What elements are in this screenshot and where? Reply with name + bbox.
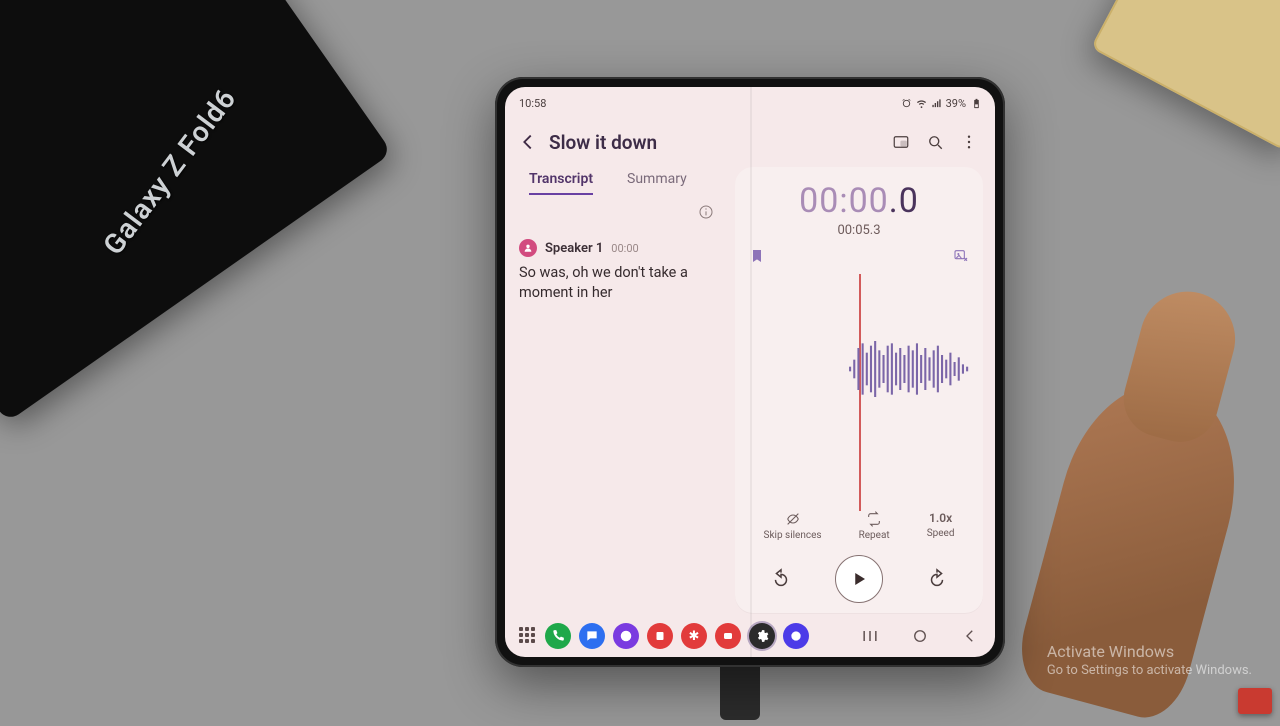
retail-box bbox=[0, 0, 392, 422]
tab-summary[interactable]: Summary bbox=[627, 171, 687, 195]
signal-icon bbox=[931, 98, 941, 108]
taskbar-app-clock[interactable] bbox=[783, 623, 809, 649]
back-button[interactable] bbox=[513, 127, 543, 157]
status-time: 10:58 bbox=[519, 97, 546, 110]
taskbar-app-browser[interactable] bbox=[613, 623, 639, 649]
play-button[interactable] bbox=[835, 555, 883, 603]
skip-silences-label: Skip silences bbox=[764, 530, 822, 541]
page-title: Slow it down bbox=[549, 131, 881, 154]
taskbar-app-settings[interactable] bbox=[749, 623, 775, 649]
info-button[interactable] bbox=[697, 203, 715, 221]
playback-panel: 00:00.0 00:05.3 bbox=[735, 167, 983, 613]
search-button[interactable] bbox=[921, 128, 949, 156]
tablet-device: 10:58 39% Slow it down bbox=[495, 77, 1005, 667]
status-bar: 10:58 39% bbox=[505, 87, 995, 115]
alarm-icon bbox=[901, 98, 911, 108]
taskbar-app-messages[interactable] bbox=[579, 623, 605, 649]
tab-transcript[interactable]: Transcript bbox=[529, 171, 593, 195]
waveform[interactable] bbox=[745, 274, 973, 511]
total-time: 00:05.3 bbox=[745, 223, 973, 238]
box-badge-icon bbox=[0, 0, 14, 32]
transcript-text: So was, oh we don't take a moment in her bbox=[517, 263, 721, 302]
current-time: 00:00.0 bbox=[745, 181, 973, 221]
playback-controls bbox=[745, 555, 973, 603]
taskbar-app-asterisk[interactable]: ✱ bbox=[681, 623, 707, 649]
taskbar-app-video[interactable] bbox=[715, 623, 741, 649]
current-time-main: 00:00 bbox=[799, 181, 889, 221]
hand bbox=[1010, 364, 1260, 726]
forward-button[interactable] bbox=[919, 561, 955, 597]
speed-label: Speed bbox=[927, 528, 955, 539]
wooden-prop bbox=[1091, 0, 1280, 151]
rewind-button[interactable] bbox=[763, 561, 799, 597]
bookmark-button[interactable] bbox=[749, 248, 765, 268]
current-time-dec: .0 bbox=[889, 181, 919, 221]
transcript-pane: Transcript Summary Speaker 1 00:00 So wa… bbox=[517, 167, 721, 613]
repeat-label: Repeat bbox=[859, 530, 890, 541]
skip-silences-button[interactable]: Skip silences bbox=[764, 511, 822, 541]
speaker-name: Speaker 1 bbox=[545, 241, 603, 256]
image-annotate-button[interactable] bbox=[953, 248, 969, 268]
speaker-timestamp: 00:00 bbox=[611, 242, 638, 255]
speaker-avatar-icon bbox=[519, 239, 537, 257]
status-battery: 39% bbox=[946, 97, 966, 110]
more-button[interactable] bbox=[955, 128, 983, 156]
nav-back-button[interactable] bbox=[959, 625, 981, 647]
app-drawer-button[interactable] bbox=[519, 627, 537, 645]
nav-home-button[interactable] bbox=[909, 625, 931, 647]
wifi-icon bbox=[916, 98, 926, 108]
app-header: Slow it down bbox=[505, 115, 995, 167]
screen: 10:58 39% Slow it down bbox=[505, 87, 995, 657]
speed-button[interactable]: 1.0x Speed bbox=[927, 511, 955, 541]
playback-options: Skip silences Repeat 1.0x Speed bbox=[745, 511, 973, 541]
tabs: Transcript Summary bbox=[517, 167, 721, 205]
taskbar: ✱ bbox=[505, 615, 995, 657]
taskbar-app-phone[interactable] bbox=[545, 623, 571, 649]
corner-badge-icon bbox=[1238, 688, 1272, 714]
pip-button[interactable] bbox=[887, 128, 915, 156]
speed-value: 1.0x bbox=[929, 511, 952, 525]
nav-recents-button[interactable] bbox=[859, 625, 881, 647]
waveform-icon bbox=[848, 334, 973, 404]
battery-icon bbox=[971, 98, 981, 108]
repeat-button[interactable]: Repeat bbox=[859, 511, 890, 541]
taskbar-app-notes[interactable] bbox=[647, 623, 673, 649]
speaker-row: Speaker 1 00:00 bbox=[519, 239, 719, 257]
